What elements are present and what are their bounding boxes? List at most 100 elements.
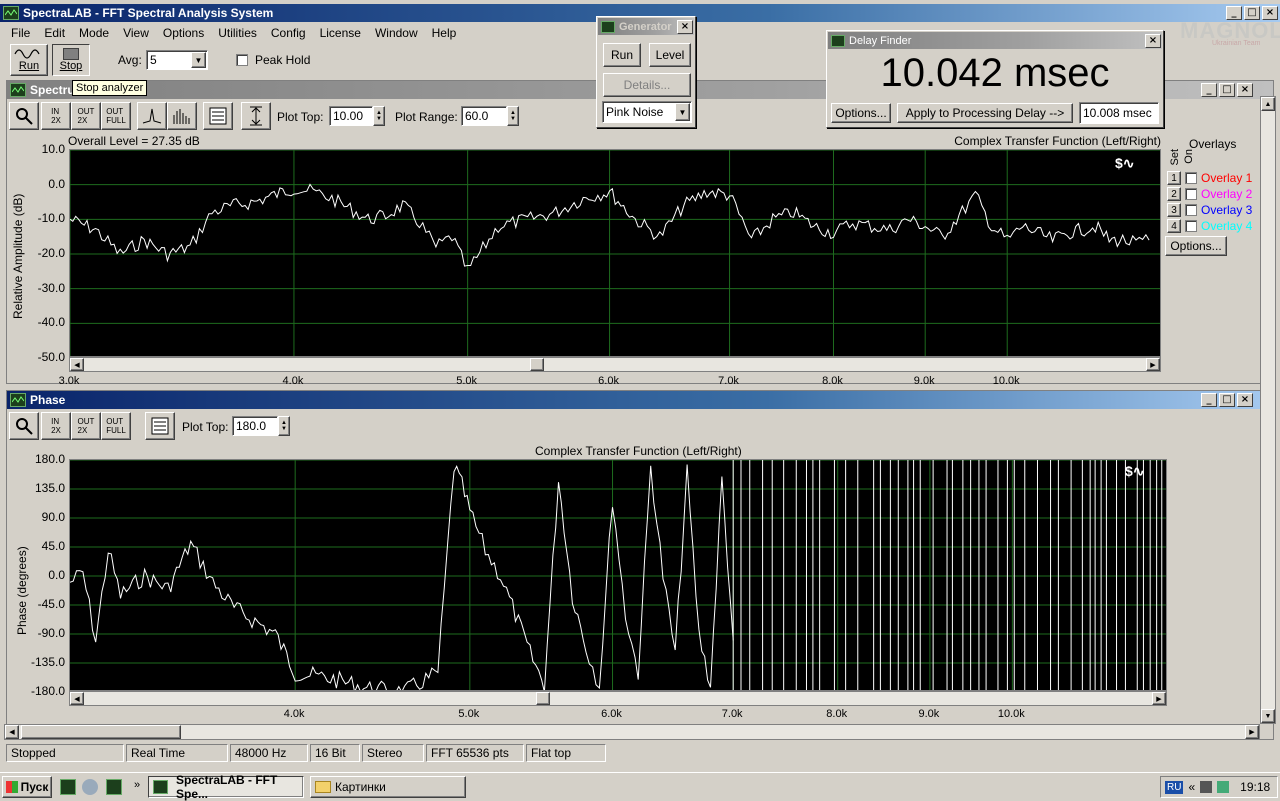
menu-window[interactable]: Window bbox=[368, 26, 425, 40]
phase-plot-top-input[interactable]: 180.0 bbox=[232, 416, 278, 436]
app-scroll-up-arrow[interactable]: ▲ bbox=[1261, 97, 1275, 111]
spectrum-plot[interactable] bbox=[69, 149, 1161, 357]
spectrum-xtick: 9.0k bbox=[904, 375, 944, 387]
zoom-in-2x-icon[interactable]: IN2X bbox=[41, 102, 71, 130]
spectrum-minimize-button[interactable]: _ bbox=[1201, 83, 1217, 97]
app-scroll-down-arrow[interactable]: ▼ bbox=[1261, 709, 1275, 723]
plot-top-input[interactable]: 10.00 bbox=[329, 106, 373, 126]
overlay-set-2[interactable]: 2 bbox=[1167, 187, 1181, 201]
phase-maximize-button[interactable]: □ bbox=[1219, 393, 1235, 407]
overlay-1-checkbox[interactable] bbox=[1185, 172, 1197, 184]
scroll-thumb[interactable] bbox=[530, 358, 544, 371]
bar-plot-icon[interactable] bbox=[167, 102, 197, 130]
tray-speaker-icon[interactable] bbox=[1200, 781, 1212, 793]
phase-scroll-right-arrow[interactable]: ▶ bbox=[1152, 692, 1166, 705]
run-button[interactable]: Run bbox=[10, 44, 48, 76]
quicklaunch-browser-icon[interactable] bbox=[82, 779, 98, 795]
peak-hold-checkbox[interactable] bbox=[236, 54, 248, 66]
menu-mode[interactable]: Mode bbox=[72, 26, 116, 40]
overlay-3-checkbox[interactable] bbox=[1185, 204, 1197, 216]
phase-series-line bbox=[70, 465, 733, 692]
plot-range-spinner[interactable]: ▲▼ bbox=[507, 106, 519, 126]
delay-options-button[interactable]: Options... bbox=[831, 103, 891, 123]
phase-close-button[interactable]: × bbox=[1237, 393, 1253, 407]
apply-delay-button[interactable]: Apply to Processing Delay --> bbox=[897, 103, 1073, 123]
app-vscroll[interactable]: ▲ ▼ bbox=[1260, 96, 1276, 724]
overlay-set-4[interactable]: 4 bbox=[1167, 219, 1181, 233]
app-scroll-right-arrow[interactable]: ▶ bbox=[1245, 725, 1259, 739]
menu-edit[interactable]: Edit bbox=[37, 26, 72, 40]
tray-network-icon[interactable] bbox=[1217, 781, 1229, 793]
autoscale-icon[interactable] bbox=[241, 102, 271, 130]
generator-close-button[interactable]: × bbox=[677, 20, 693, 34]
overall-level: Overall Level = 27.35 dB bbox=[68, 134, 200, 148]
menu-file[interactable]: File bbox=[4, 26, 37, 40]
app-scroll-left-arrow[interactable]: ◀ bbox=[5, 725, 19, 739]
spectrum-xtick: 8.0k bbox=[813, 375, 853, 387]
taskbar-folder-button[interactable]: Картинки bbox=[310, 776, 466, 798]
menu-utilities[interactable]: Utilities bbox=[211, 26, 264, 40]
chevron-down-icon[interactable]: ▼ bbox=[191, 52, 206, 68]
phase-scroll-thumb[interactable] bbox=[536, 692, 550, 705]
zoom-out-2x-icon[interactable]: OUT2X bbox=[71, 102, 101, 130]
zoom-icon[interactable] bbox=[9, 102, 39, 130]
phase-plot[interactable] bbox=[69, 459, 1167, 691]
phase-plot-top-spinner[interactable]: ▲▼ bbox=[278, 416, 290, 436]
plot-range-input[interactable]: 60.0 bbox=[461, 106, 507, 126]
quicklaunch-more-icon[interactable]: » bbox=[134, 779, 140, 791]
phase-ytick: -90.0 bbox=[9, 626, 65, 640]
phase-zoom-icon[interactable] bbox=[9, 412, 39, 440]
generator-level-button[interactable]: Level bbox=[649, 43, 691, 67]
overlay-4-checkbox[interactable] bbox=[1185, 220, 1197, 232]
menu-config[interactable]: Config bbox=[264, 26, 313, 40]
phase-plot-mode-icon[interactable]: $∿ bbox=[1125, 463, 1145, 480]
avg-select[interactable]: 5 ▼ bbox=[146, 50, 208, 70]
overlay-set-1[interactable]: 1 bbox=[1167, 171, 1181, 185]
status-4: Stereo bbox=[362, 744, 424, 762]
overlay-3-label: Overlay 3 bbox=[1201, 203, 1252, 217]
tray-expand-icon[interactable]: « bbox=[1188, 780, 1195, 794]
generator-run-button[interactable]: Run bbox=[603, 43, 641, 67]
stop-button[interactable]: Stop bbox=[52, 44, 90, 76]
generator-signal-select[interactable]: Pink Noise ▼ bbox=[602, 101, 692, 123]
quicklaunch-spectralab-icon[interactable] bbox=[60, 779, 76, 795]
menu-license[interactable]: License bbox=[313, 26, 368, 40]
status-bar: StoppedReal Time48000 Hz16 BitStereoFFT … bbox=[6, 744, 606, 762]
app-title: SpectraLAB - FFT Spectral Analysis Syste… bbox=[23, 6, 273, 20]
spectrum-hscroll[interactable]: ◀ ▶ bbox=[69, 357, 1161, 372]
phase-minimize-button[interactable]: _ bbox=[1201, 393, 1217, 407]
overlays-options-button[interactable]: Options... bbox=[1165, 236, 1227, 256]
properties-icon[interactable] bbox=[203, 102, 233, 130]
app-hscroll[interactable]: ◀ ▶ bbox=[4, 724, 1260, 740]
plot-mode-icon[interactable]: $∿ bbox=[1115, 155, 1135, 172]
scroll-left-arrow[interactable]: ◀ bbox=[70, 358, 84, 371]
line-plot-icon[interactable] bbox=[137, 102, 167, 130]
quicklaunch-app-icon[interactable] bbox=[106, 779, 122, 795]
phase-scroll-left-arrow[interactable]: ◀ bbox=[70, 692, 84, 705]
scroll-right-arrow[interactable]: ▶ bbox=[1146, 358, 1160, 371]
spectrum-close-button[interactable]: × bbox=[1237, 83, 1253, 97]
phase-hscroll[interactable]: ◀ ▶ bbox=[69, 691, 1167, 706]
delay-finder-dialog: Delay Finder × 10.042 msec Options... Ap… bbox=[826, 30, 1164, 128]
phase-properties-icon[interactable] bbox=[145, 412, 175, 440]
delay-close-button[interactable]: × bbox=[1145, 34, 1161, 48]
phase-zoom-out-full-icon[interactable]: OUTFULL bbox=[101, 412, 131, 440]
lang-indicator[interactable]: RU bbox=[1165, 781, 1183, 794]
overlay-set-3[interactable]: 3 bbox=[1167, 203, 1181, 217]
app-scroll-thumb[interactable] bbox=[21, 725, 181, 739]
taskbar-spectralab-button[interactable]: SpectraLAB - FFT Spe... bbox=[148, 776, 304, 798]
start-button[interactable]: Пуск bbox=[2, 776, 52, 798]
spectrum-maximize-button[interactable]: □ bbox=[1219, 83, 1235, 97]
menu-view[interactable]: View bbox=[116, 26, 156, 40]
plot-top-spinner[interactable]: ▲▼ bbox=[373, 106, 385, 126]
menu-help[interactable]: Help bbox=[425, 26, 464, 40]
phase-zoom-in-2x-icon[interactable]: IN2X bbox=[41, 412, 71, 440]
phase-zoom-out-2x-icon[interactable]: OUT2X bbox=[71, 412, 101, 440]
zoom-out-full-icon[interactable]: OUTFULL bbox=[101, 102, 131, 130]
phase-window: Phase _ □ × IN2X OUT2X OUTFULL Plot Top:… bbox=[6, 390, 1274, 740]
status-2: 48000 Hz bbox=[230, 744, 308, 762]
generator-details-button[interactable]: Details... bbox=[603, 73, 691, 97]
overlay-2-checkbox[interactable] bbox=[1185, 188, 1197, 200]
generator-chevron-down-icon[interactable]: ▼ bbox=[675, 103, 690, 121]
menu-options[interactable]: Options bbox=[156, 26, 211, 40]
